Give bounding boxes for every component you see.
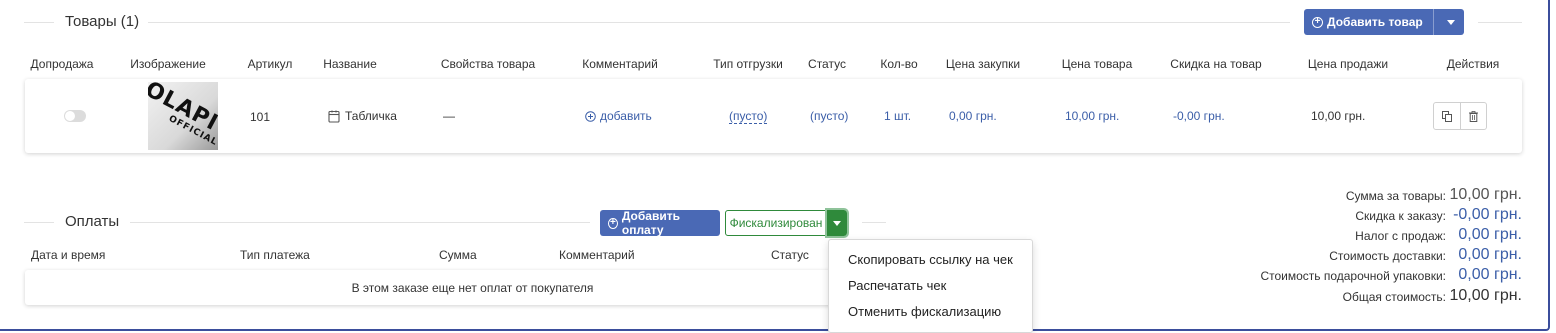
products-column-header: Свойства товара (440, 57, 536, 71)
summary-label: Общая стоимость: (1342, 290, 1446, 304)
products-column-header: Цена продажи (1307, 57, 1389, 71)
add-payment-label: Добавить оплату (621, 209, 680, 237)
cancel-fiscalization-item[interactable]: Отменить фискализацию (848, 304, 1001, 319)
summary-label: Скидка к заказу: (1355, 209, 1446, 223)
add-product-label: Добавить товар (1327, 15, 1423, 29)
products-column-header: Название (323, 57, 377, 71)
products-divider-left (24, 22, 54, 23)
purchase-price-cell[interactable]: 0,00 грн. (949, 109, 997, 123)
shipping-type-select[interactable]: (пусто) (729, 109, 768, 124)
products-column-header: Комментарий (582, 57, 658, 71)
payments-empty-text: В этом заказе еще нет оплат от покупател… (351, 281, 594, 295)
product-card-icon (328, 110, 340, 123)
fiscalized-button[interactable]: Фискализирован (725, 210, 827, 236)
plus-circle-icon: + (1312, 16, 1323, 28)
plus-circle-icon (585, 110, 596, 122)
discount-cell[interactable]: -0,00 грн. (1173, 109, 1225, 123)
payments-column-header: Тип платежа (240, 248, 310, 262)
payments-column-header: Сумма (439, 248, 477, 262)
product-name: Табличка (345, 109, 397, 123)
summary-label: Сумма за товары: (1345, 189, 1446, 203)
products-title: Товары (1) (65, 13, 140, 30)
add-product-main[interactable]: + Добавить товар (1304, 9, 1429, 35)
caret-down-icon (1446, 19, 1455, 25)
payments-empty-row: В этом заказе еще нет оплат от покупател… (25, 270, 920, 305)
payments-divider-right (130, 222, 590, 223)
product-price-cell[interactable]: 10,00 грн. (1065, 109, 1119, 123)
products-column-header: Допродажа (30, 57, 94, 71)
payments-divider-left (24, 222, 54, 223)
add-comment-label: добавить (600, 109, 652, 123)
summary-value: 0,00 грн. (1458, 246, 1522, 263)
row-actions (1433, 102, 1487, 130)
caret-down-icon (833, 220, 841, 226)
summary-label: Стоимость подарочной упаковки: (1260, 269, 1446, 283)
print-receipt-item[interactable]: Распечатать чек (848, 278, 946, 293)
quantity-cell[interactable]: 1 шт. (884, 109, 911, 123)
copy-button[interactable] (1434, 103, 1460, 129)
plus-circle-icon: + (608, 217, 618, 229)
article-cell: 101 (250, 110, 271, 124)
products-column-header: Кол-во (880, 57, 918, 71)
summary-value: 10,00 грн. (1449, 186, 1523, 203)
sale-price-cell: 10,00 грн. (1311, 109, 1366, 123)
upsell-toggle[interactable] (64, 110, 86, 122)
add-comment-link[interactable]: добавить (585, 109, 652, 123)
summary-value: 0,00 грн. (1458, 266, 1522, 283)
payments-column-header: Комментарий (559, 248, 635, 262)
split-divider (1432, 9, 1434, 35)
trash-icon (1469, 110, 1478, 122)
product-image[interactable]: OLAPI OFFICIAL (148, 82, 218, 150)
properties-cell: — (443, 109, 455, 123)
products-column-header: Изображение (130, 57, 206, 71)
products-divider-end (1478, 22, 1522, 23)
payments-divider-end (862, 222, 886, 223)
copy-receipt-link-item[interactable]: Скопировать ссылку на чек (848, 252, 1013, 267)
summary-label: Стоимость доставки: (1329, 249, 1446, 263)
products-column-header: Цена закупки (945, 57, 1021, 71)
summary-label: Налог с продаж: (1355, 229, 1446, 243)
add-payment-button[interactable]: + Добавить оплату (600, 209, 720, 237)
payments-column-header: Статус (771, 248, 809, 262)
products-column-header: Тип отгрузки (713, 57, 783, 71)
delete-button[interactable] (1460, 103, 1486, 129)
summary-value: 10,00 грн. (1449, 287, 1523, 304)
products-column-header: Статус (808, 57, 846, 71)
summary-value: 0,00 грн. (1458, 226, 1522, 243)
name-cell[interactable]: Табличка (328, 109, 397, 123)
fiscal-dropdown-toggle[interactable] (825, 208, 849, 238)
products-column-header: Артикул (247, 57, 293, 71)
products-column-header: Действия (1446, 57, 1500, 71)
payments-column-header: Дата и время (31, 248, 106, 262)
copy-icon (1442, 110, 1452, 122)
products-column-header: Скидка на товар (1170, 57, 1262, 71)
add-product-dropdown-toggle[interactable] (1438, 9, 1464, 35)
payments-title: Оплаты (65, 213, 120, 230)
summary-value: -0,00 грн. (1453, 206, 1522, 223)
product-row: OLAPI OFFICIAL 101 Табличка — добавить (… (25, 79, 1522, 153)
products-column-header: Цена товара (1061, 57, 1133, 71)
add-product-button[interactable]: + Добавить товар (1304, 9, 1464, 35)
products-divider-right (148, 22, 1290, 23)
fiscal-dropdown-menu: Скопировать ссылку на чек Распечатать че… (828, 239, 1033, 333)
status-select[interactable]: (пусто) (810, 109, 848, 123)
